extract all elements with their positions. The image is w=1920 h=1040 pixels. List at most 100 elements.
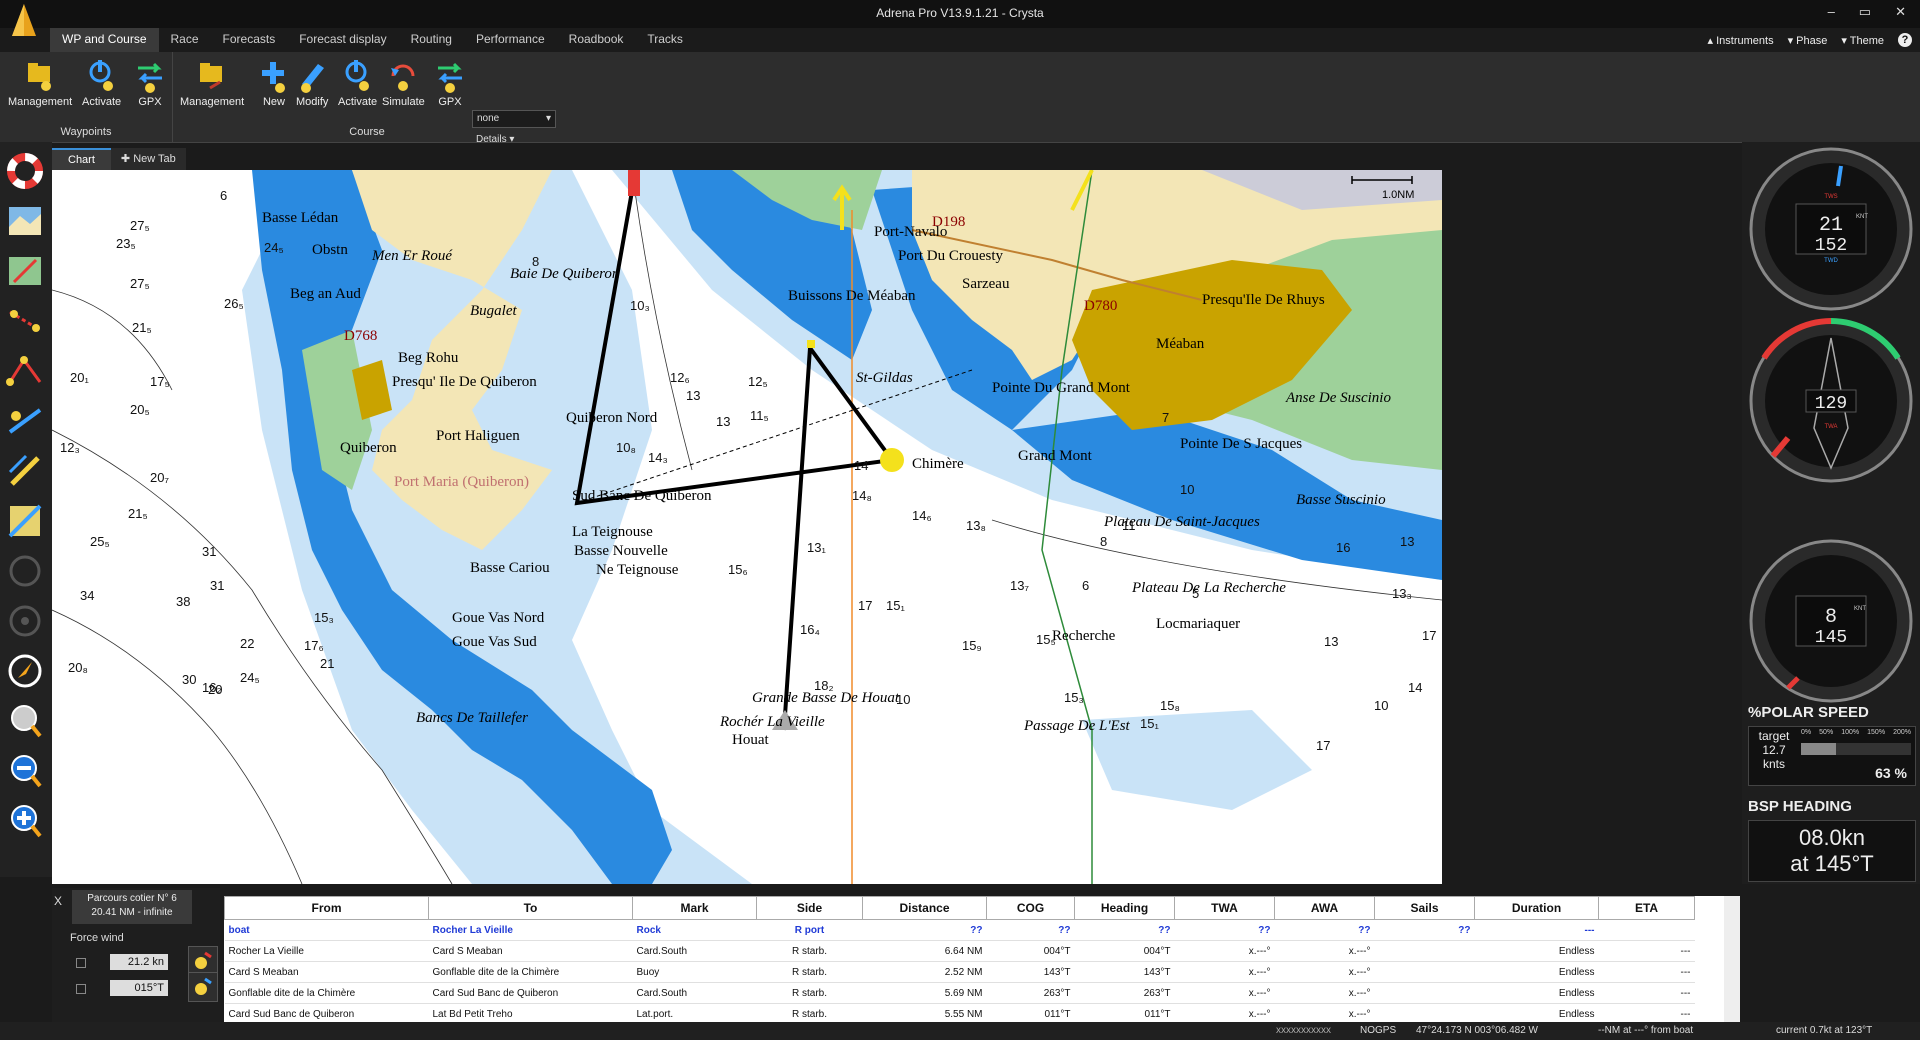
col-to[interactable]: To xyxy=(428,896,633,920)
col-awa[interactable]: AWA xyxy=(1274,896,1375,920)
chart-layer-icon[interactable] xyxy=(6,202,44,240)
col-heading[interactable]: Heading xyxy=(1074,896,1175,920)
table-cell: 6.64 NM xyxy=(862,940,987,962)
phase-menu[interactable]: ▾ Phase xyxy=(1788,34,1828,47)
depth-sounding: 10₃ xyxy=(630,298,650,313)
table-cell: Card Sud Banc de Quiberon xyxy=(224,1003,429,1022)
course-activate-button[interactable]: Activate xyxy=(338,58,377,108)
tab-tracks[interactable]: Tracks xyxy=(635,28,695,52)
course-new-button[interactable]: New xyxy=(258,58,290,108)
measure-icon[interactable] xyxy=(6,452,44,490)
tab-new[interactable]: ✚ New Tab xyxy=(110,148,186,170)
col-from[interactable]: From xyxy=(224,896,429,920)
table-cell: 143°T xyxy=(986,961,1075,983)
table-cell: --- xyxy=(1598,940,1695,962)
close-button[interactable]: ✕ xyxy=(1895,4,1906,20)
route-edit-icon[interactable] xyxy=(6,402,44,440)
table-cell: ?? xyxy=(1074,919,1175,941)
close-panel-button[interactable]: X xyxy=(54,894,62,908)
course-gpx-button[interactable]: GPX xyxy=(434,58,466,108)
tab-chart[interactable]: Chart xyxy=(52,148,111,170)
target-dim-icon[interactable] xyxy=(6,602,44,640)
map-place-label: D780 xyxy=(1084,298,1117,314)
course-modify-button[interactable]: Modify xyxy=(296,58,328,108)
table-scrollbar[interactable] xyxy=(1724,896,1740,1022)
map-place-label: Pointe Du Grand Mont xyxy=(992,380,1131,396)
compass-icon[interactable] xyxy=(6,652,44,690)
force-wind-speed-input[interactable]: 21.2 kn xyxy=(110,954,168,970)
table-row[interactable]: Gonflable dite de la Chimère Card Sud Ban… xyxy=(224,982,1695,1004)
svg-text:TWA: TWA xyxy=(1824,424,1837,430)
depth-sounding: 14₆ xyxy=(912,508,932,523)
depth-sounding: 34 xyxy=(80,588,94,603)
twa-gauge: 129 TWA xyxy=(1749,318,1913,483)
instruments-menu[interactable]: ▴ Instruments xyxy=(1708,34,1774,47)
table-row[interactable]: boat Rocher La Vieille Rock R port?????????… xyxy=(224,919,1695,941)
col-twa[interactable]: TWA xyxy=(1174,896,1275,920)
theme-menu[interactable]: ▾ Theme xyxy=(1841,34,1884,47)
nautical-chart[interactable]: 1.0NM Basse Lédan Obstn Men Er Roué Baie De… xyxy=(52,170,1442,884)
depth-sounding: 14₈ xyxy=(852,488,872,503)
col-mark[interactable]: Mark xyxy=(632,896,757,920)
col-cog[interactable]: COG xyxy=(986,896,1075,920)
depth-sounding: 20 xyxy=(208,682,222,697)
table-row[interactable]: Rocher La Vieille Card S Meaban Card.South… xyxy=(224,940,1695,962)
wp-management-button[interactable]: Management xyxy=(8,58,72,108)
route-dashed-icon[interactable] xyxy=(6,302,44,340)
table-cell: 143°T xyxy=(1074,961,1175,983)
help-icon[interactable]: ? xyxy=(1898,33,1912,47)
tab-race[interactable]: Race xyxy=(159,28,211,52)
col-sails[interactable]: Sails xyxy=(1374,896,1475,920)
course-summary[interactable]: Parcours cotier N° 6 20.41 NM - infinite xyxy=(72,890,192,924)
zoom-out-icon[interactable] xyxy=(6,752,44,790)
tab-forecast-display[interactable]: Forecast display xyxy=(287,28,398,52)
waypoints-group: Management Activate GPX Waypoints xyxy=(0,52,173,142)
table-row[interactable]: Card S Meaban Gonflable dite de la Chimèr… xyxy=(224,961,1695,983)
wp-activate-button[interactable]: Activate xyxy=(82,58,121,108)
course-management-button[interactable]: Management xyxy=(180,58,244,108)
maximize-button[interactable]: ▭ xyxy=(1859,4,1871,20)
depth-sounding: 15₁ xyxy=(886,598,905,613)
polar-speed-box: target 12.7 knts 0% 50% 100% 150% 200% 6… xyxy=(1748,726,1916,786)
table-cell: x.---° xyxy=(1274,961,1375,983)
depth-sounding: 23₅ xyxy=(116,236,136,251)
roadbook-table: From To Mark Side Distance COG Heading T… xyxy=(224,896,1724,1022)
course-select[interactable]: none ▾ xyxy=(472,110,556,128)
table-cell: 004°T xyxy=(986,940,1075,962)
details-menu[interactable]: Details ▾ xyxy=(476,134,514,145)
depth-sounding: 17 xyxy=(1316,738,1330,753)
table-cell: --- xyxy=(1598,982,1695,1004)
grid-ruler-icon[interactable] xyxy=(6,502,44,540)
course-simulate-button[interactable]: Simulate xyxy=(382,58,425,108)
tab-performance[interactable]: Performance xyxy=(464,28,557,52)
depth-sounding: 10 xyxy=(1180,482,1194,497)
col-side[interactable]: Side xyxy=(756,896,863,920)
col-distance[interactable]: Distance xyxy=(862,896,987,920)
map-place-label: Pointe De S Jacques xyxy=(1180,436,1302,452)
tab-roadbook[interactable]: Roadbook xyxy=(557,28,636,52)
depth-sounding: 11₅ xyxy=(750,408,769,423)
force-wind-dir-checkbox[interactable] xyxy=(76,984,86,994)
col-duration[interactable]: Duration xyxy=(1474,896,1599,920)
depth-sounding: 8 xyxy=(532,254,539,269)
force-wind-speed-checkbox[interactable] xyxy=(76,958,86,968)
depth-sounding: 13 xyxy=(1324,634,1338,649)
force-wind-dir-input[interactable]: 015°T xyxy=(110,980,168,996)
compass-dim-icon[interactable] xyxy=(6,552,44,590)
tab-routing[interactable]: Routing xyxy=(399,28,464,52)
table-row[interactable]: Card Sud Banc de Quiberon Lat Bd Petit Tr… xyxy=(224,1003,1695,1022)
lifebuoy-icon[interactable] xyxy=(6,152,44,190)
wp-gpx-button[interactable]: GPX xyxy=(134,58,166,108)
table-cell: ?? xyxy=(986,919,1075,941)
minimize-button[interactable]: – xyxy=(1828,4,1835,20)
zoom-in-icon[interactable] xyxy=(6,802,44,840)
route-waypoints-icon[interactable] xyxy=(6,352,44,390)
col-eta[interactable]: ETA xyxy=(1598,896,1695,920)
wind-direction-button[interactable] xyxy=(188,972,218,1002)
zoom-window-icon[interactable] xyxy=(6,702,44,740)
tab-forecasts[interactable]: Forecasts xyxy=(211,28,288,52)
depth-sounding: 17₅ xyxy=(150,374,170,389)
depth-sounding: 10 xyxy=(896,692,910,707)
chart-tools-icon[interactable] xyxy=(6,252,44,290)
tab-wp-and-course[interactable]: WP and Course xyxy=(50,28,159,52)
